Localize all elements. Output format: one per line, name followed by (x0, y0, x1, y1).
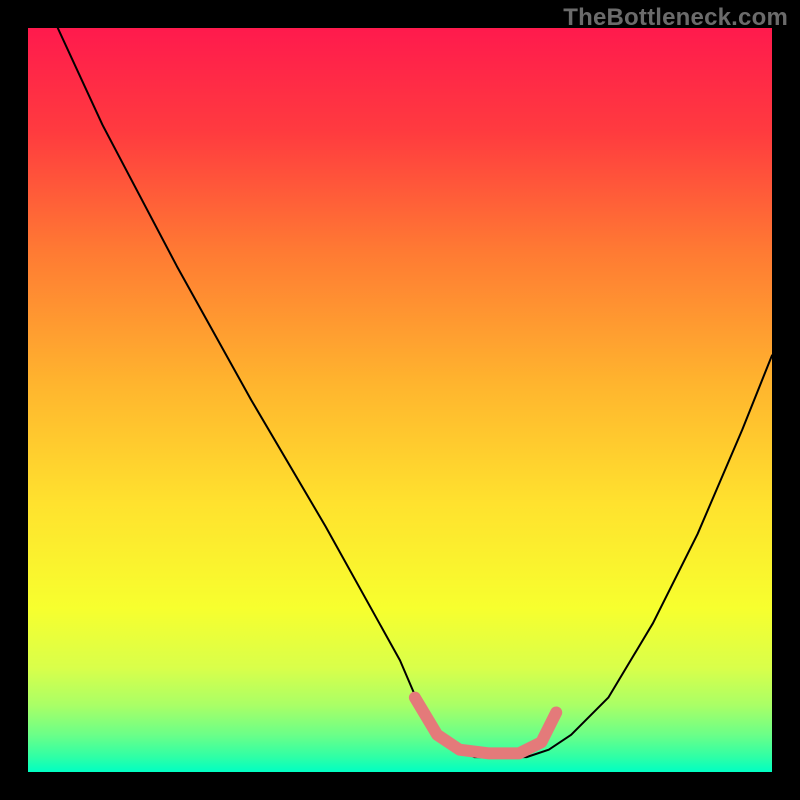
chart-svg (28, 28, 772, 772)
main-curve (58, 28, 772, 757)
watermark-text: TheBottleneck.com (563, 4, 788, 32)
chart-frame: TheBottleneck.com (0, 0, 800, 800)
highlight-segment (415, 698, 556, 754)
